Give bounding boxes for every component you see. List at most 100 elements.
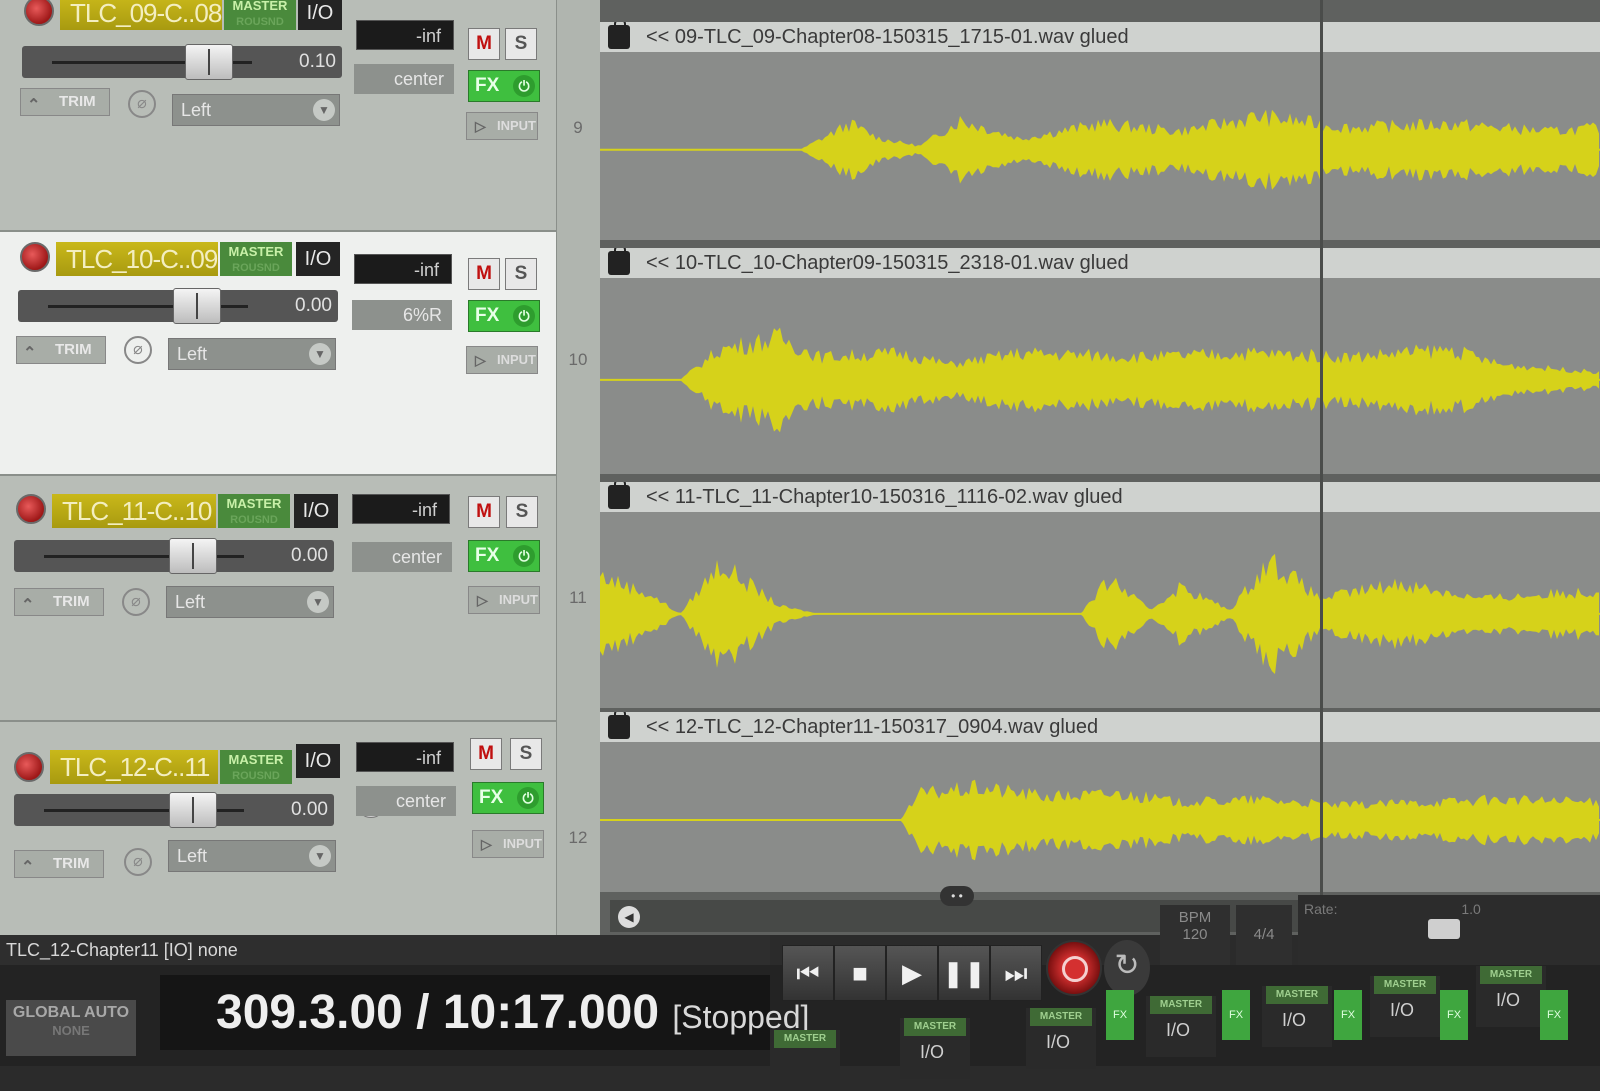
master-send-badge[interactable]: MASTER ROUSND — [218, 494, 290, 528]
monitor-input-button[interactable]: ▷ INPUT — [466, 112, 538, 140]
mixer-strip[interactable]: MASTER I/O — [1262, 986, 1332, 1047]
volume-fader[interactable]: 0.00 — [18, 288, 338, 324]
mixer-strip[interactable]: MASTER I/O — [1476, 966, 1546, 1027]
automation-trim-button[interactable]: ⌃ TRIM — [14, 850, 104, 878]
monitor-input-button[interactable]: ▷ INPUT — [472, 830, 544, 858]
item-label[interactable]: << 09-TLC_09-Chapter08-150315_1715-01.wa… — [600, 22, 1600, 52]
master-send-badge[interactable]: MASTER ROUSND — [220, 242, 292, 276]
record-button[interactable] — [1046, 940, 1102, 996]
record-arm-button[interactable] — [24, 0, 54, 26]
mute-button[interactable]: M — [468, 28, 500, 60]
track-panel-10[interactable]: TLC_10-C..09 MASTER ROUSND I/O -inf M S 0… — [0, 232, 560, 476]
repeat-icon[interactable]: ↻ — [1104, 940, 1150, 996]
playrate-control[interactable]: Rate: 1.0 — [1298, 895, 1600, 965]
fader-knob[interactable] — [169, 792, 218, 828]
skip-to-end-button[interactable]: ⏭ — [990, 945, 1042, 1001]
mixer-fx-button[interactable]: FX — [1440, 990, 1468, 1040]
monitor-input-button[interactable]: ▷ INPUT — [466, 346, 538, 374]
fader-knob[interactable] — [169, 538, 218, 574]
media-item-10[interactable]: << 10-TLC_10-Chapter09-150315_2318-01.wa… — [600, 248, 1600, 474]
mixer-strip[interactable]: MASTER — [770, 1030, 840, 1091]
time-display[interactable]: 309.3.00 / 10:17.000 [Stopped] — [160, 975, 809, 1050]
mixer-strip[interactable]: MASTER I/O — [1370, 976, 1440, 1037]
phase-invert-button[interactable]: ⌀ — [124, 336, 152, 364]
track-panel-11[interactable]: TLC_11-C..10 MASTER ROUSND I/O -inf M S 0… — [0, 476, 560, 722]
mute-button[interactable]: M — [468, 258, 500, 290]
mute-button[interactable]: M — [470, 738, 502, 770]
scroll-handle[interactable]: • • — [940, 886, 974, 906]
phase-invert-button[interactable]: ⌀ — [124, 848, 152, 876]
record-arm-button[interactable] — [20, 242, 50, 272]
mixer-strip[interactable]: MASTER I/O — [1146, 996, 1216, 1057]
solo-button[interactable]: S — [510, 738, 542, 770]
pan-value[interactable]: center — [352, 542, 452, 572]
mixer-fx-button[interactable]: FX — [1334, 990, 1362, 1040]
record-arm-button[interactable] — [14, 752, 44, 782]
io-button[interactable]: I/O — [298, 0, 342, 30]
item-label[interactable]: << 12-TLC_12-Chapter11-150317_0904.wav g… — [600, 712, 1600, 742]
mute-button[interactable]: M — [468, 496, 500, 528]
bpm-display[interactable]: BPM 120 — [1160, 905, 1230, 965]
master-send-badge[interactable]: MASTER ROUSND — [220, 750, 292, 784]
play-button[interactable]: ▶ — [886, 945, 938, 1001]
skip-to-start-button[interactable]: ⏮ — [782, 945, 834, 1001]
fx-button[interactable]: FX ⏻ — [468, 300, 540, 332]
record-input-select[interactable]: Left ▼ — [168, 338, 336, 370]
fader-knob[interactable] — [185, 44, 233, 80]
phase-invert-button[interactable]: ⌀ — [128, 90, 156, 118]
pan-value[interactable]: center — [356, 786, 456, 816]
solo-button[interactable]: S — [505, 258, 537, 290]
record-arm-button[interactable] — [16, 494, 46, 524]
solo-button[interactable]: S — [506, 496, 538, 528]
playrate-slider-knob[interactable] — [1428, 919, 1460, 939]
stop-button[interactable]: ■ — [834, 945, 886, 1001]
mixer-fx-button[interactable]: FX — [1222, 990, 1250, 1040]
pan-value[interactable]: center — [354, 64, 454, 94]
record-input-select[interactable]: Left ▼ — [172, 94, 340, 126]
record-input-select[interactable]: Left ▼ — [168, 840, 336, 872]
fx-button[interactable]: FX ⏻ — [468, 540, 540, 572]
volume-fader[interactable]: 0.10 — [22, 44, 342, 80]
fx-power-icon[interactable]: ⏻ — [517, 787, 539, 809]
lock-icon[interactable] — [608, 482, 630, 509]
track-name[interactable]: TLC_11-C..10 — [52, 494, 216, 528]
pause-button[interactable]: ❚❚ — [938, 945, 990, 1001]
pan-value[interactable]: 6%R — [352, 300, 452, 330]
item-label[interactable]: << 10-TLC_10-Chapter09-150315_2318-01.wa… — [600, 248, 1600, 278]
io-button[interactable]: I/O — [294, 494, 338, 528]
scroll-left-icon[interactable]: ◀ — [618, 906, 640, 928]
mixer-fx-button[interactable]: FX — [1106, 990, 1134, 1040]
mixer-strip[interactable]: MASTER I/O — [900, 1018, 970, 1079]
track-name[interactable]: TLC_12-C..11 — [50, 750, 218, 784]
fx-power-icon[interactable]: ⏻ — [513, 75, 535, 97]
phase-invert-button[interactable]: ⌀ — [122, 588, 150, 616]
item-label[interactable]: << 11-TLC_11-Chapter10-150316_1116-02.wa… — [600, 482, 1600, 512]
fx-button[interactable]: FX ⏻ — [468, 70, 540, 102]
volume-fader[interactable]: 0.00 — [14, 538, 334, 574]
track-name[interactable]: TLC_10-C..09 — [56, 242, 218, 276]
lock-icon[interactable] — [608, 712, 630, 739]
media-item-11[interactable]: << 11-TLC_11-Chapter10-150316_1116-02.wa… — [600, 482, 1600, 708]
global-automation-button[interactable]: GLOBAL AUTO NONE — [6, 1000, 136, 1056]
io-button[interactable]: I/O — [296, 242, 340, 276]
mixer-strip[interactable]: MASTER I/O — [1026, 1008, 1096, 1069]
monitor-input-button[interactable]: ▷ INPUT — [468, 586, 540, 614]
track-panel-12[interactable]: TLC_12-C..11 MASTER ROUSND I/O -inf M S 0… — [0, 722, 560, 935]
fader-knob[interactable] — [173, 288, 222, 324]
record-input-select[interactable]: Left ▼ — [166, 586, 334, 618]
lock-icon[interactable] — [608, 248, 630, 275]
media-item-9[interactable]: << 09-TLC_09-Chapter08-150315_1715-01.wa… — [600, 22, 1600, 240]
mixer-fx-button[interactable]: FX — [1540, 990, 1568, 1040]
master-send-badge[interactable]: MASTER ROUSND — [224, 0, 296, 30]
time-signature[interactable]: 4/4 — [1236, 905, 1292, 965]
solo-button[interactable]: S — [505, 28, 537, 60]
fx-power-icon[interactable]: ⏻ — [513, 305, 535, 327]
track-panel-9[interactable]: TLC_09-C..08 MASTER ROUSND I/O -inf M S 0… — [0, 0, 560, 232]
track-name[interactable]: TLC_09-C..08 — [60, 0, 222, 30]
fx-power-icon[interactable]: ⏻ — [513, 545, 535, 567]
volume-fader[interactable]: 0.00 — [14, 792, 334, 828]
lock-icon[interactable] — [608, 22, 630, 49]
media-item-12[interactable]: << 12-TLC_12-Chapter11-150317_0904.wav g… — [600, 712, 1600, 892]
automation-trim-button[interactable]: ⌃ TRIM — [20, 88, 110, 116]
automation-trim-button[interactable]: ⌃ TRIM — [14, 588, 104, 616]
